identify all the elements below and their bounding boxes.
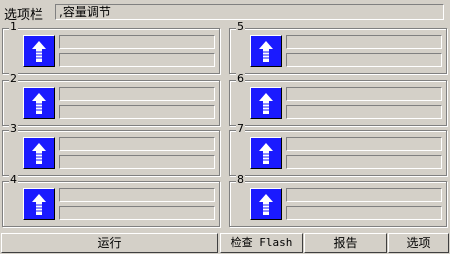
check-flash-button[interactable]: 检查 Flash bbox=[220, 233, 303, 253]
options-button[interactable]: 选项 bbox=[388, 233, 449, 253]
panel-number: 7 bbox=[236, 122, 245, 135]
panel-4: 4 bbox=[2, 174, 220, 227]
progress-bar-bottom bbox=[286, 206, 442, 220]
panel-3: 3 bbox=[2, 123, 220, 176]
panel-number: 6 bbox=[236, 72, 245, 85]
panel-number: 5 bbox=[236, 20, 245, 33]
progress-bar-bottom bbox=[59, 155, 215, 169]
up-arrow-icon[interactable] bbox=[250, 87, 282, 119]
panel-1: 1 bbox=[2, 21, 220, 74]
up-arrow-icon[interactable] bbox=[250, 137, 282, 169]
panel-5: 5 bbox=[229, 21, 447, 74]
progress-bar-top bbox=[286, 188, 442, 202]
panel-2: 2 bbox=[2, 73, 220, 126]
progress-bar-bottom bbox=[286, 53, 442, 67]
run-button[interactable]: 运行 bbox=[1, 233, 218, 253]
progress-bar-bottom bbox=[59, 206, 215, 220]
progress-bar-bottom bbox=[286, 105, 442, 119]
panel-number: 3 bbox=[9, 122, 18, 135]
report-button[interactable]: 报告 bbox=[304, 233, 387, 253]
progress-bar-bottom bbox=[59, 105, 215, 119]
up-arrow-icon[interactable] bbox=[23, 35, 55, 67]
progress-bar-top bbox=[286, 137, 442, 151]
progress-bar-top bbox=[59, 35, 215, 49]
progress-bar-top bbox=[59, 137, 215, 151]
progress-bar-top bbox=[286, 35, 442, 49]
options-field[interactable]: ,容量调节 bbox=[55, 4, 444, 20]
up-arrow-icon[interactable] bbox=[23, 188, 55, 220]
options-field-value: ,容量调节 bbox=[59, 5, 111, 19]
progress-bar-top bbox=[286, 87, 442, 101]
panel-number: 8 bbox=[236, 173, 245, 186]
panel-number: 1 bbox=[9, 20, 18, 33]
progress-bar-bottom bbox=[286, 155, 442, 169]
options-bar: 选项栏 ,容量调节 bbox=[0, 0, 450, 24]
up-arrow-icon[interactable] bbox=[250, 35, 282, 67]
up-arrow-icon[interactable] bbox=[23, 137, 55, 169]
panel-7: 7 bbox=[229, 123, 447, 176]
up-arrow-icon[interactable] bbox=[23, 87, 55, 119]
progress-bar-top bbox=[59, 188, 215, 202]
progress-bar-bottom bbox=[59, 53, 215, 67]
progress-bar-top bbox=[59, 87, 215, 101]
panel-number: 4 bbox=[9, 173, 18, 186]
panel-8: 8 bbox=[229, 174, 447, 227]
panel-number: 2 bbox=[9, 72, 18, 85]
up-arrow-icon[interactable] bbox=[250, 188, 282, 220]
panel-6: 6 bbox=[229, 73, 447, 126]
